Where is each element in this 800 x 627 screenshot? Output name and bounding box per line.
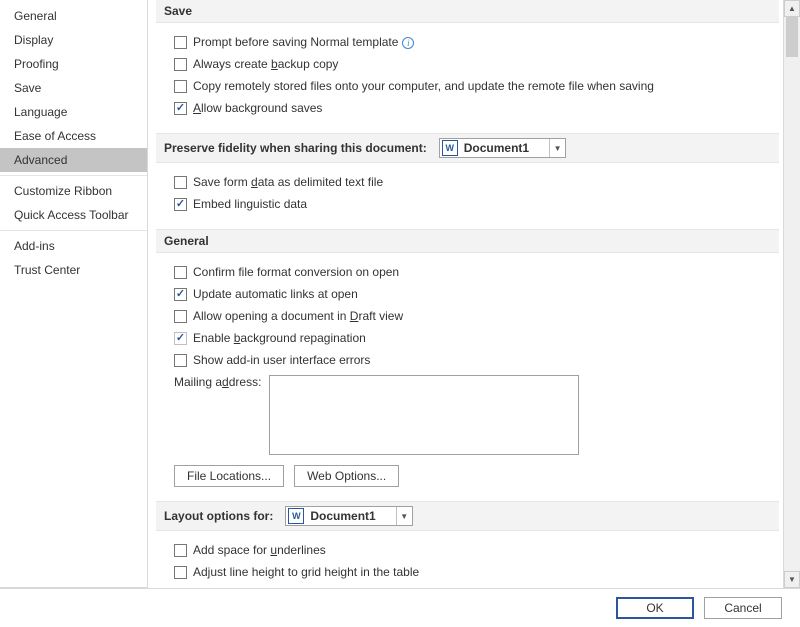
web-options-button[interactable]: Web Options... <box>294 465 399 487</box>
layout-document-combo[interactable]: W Document1 ▼ <box>285 506 412 526</box>
sidebar-item-ease-of-access[interactable]: Ease of Access <box>0 124 147 148</box>
word-doc-icon: W <box>442 140 458 156</box>
label-backup: Always create backup copy <box>193 55 338 73</box>
label-repagination: Enable background repagination <box>193 329 366 347</box>
sidebar-item-quick-access-toolbar[interactable]: Quick Access Toolbar <box>0 203 147 227</box>
sidebar-item-proofing[interactable]: Proofing <box>0 52 147 76</box>
checkbox-embed-linguistic[interactable] <box>174 198 187 211</box>
sidebar-item-general[interactable]: General <box>0 4 147 28</box>
checkbox-confirm-conversion[interactable] <box>174 266 187 279</box>
sidebar-item-add-ins[interactable]: Add-ins <box>0 234 147 258</box>
section-header-fidelity: Preserve fidelity when sharing this docu… <box>156 133 779 163</box>
dialog-footer: OK Cancel <box>0 588 800 627</box>
fidelity-document-combo[interactable]: W Document1 ▼ <box>439 138 566 158</box>
checkbox-repagination <box>174 332 187 345</box>
chevron-down-icon: ▼ <box>396 507 412 525</box>
label-confirm-conversion: Confirm file format conversion on open <box>193 263 399 281</box>
sidebar-separator <box>0 175 147 176</box>
scroll-thumb[interactable] <box>786 17 798 57</box>
checkbox-update-links[interactable] <box>174 288 187 301</box>
word-doc-icon: W <box>288 508 304 524</box>
vertical-scrollbar[interactable]: ▲ ▼ <box>783 0 800 588</box>
checkbox-copy-remote[interactable] <box>174 80 187 93</box>
section-header-general: General <box>156 229 779 253</box>
cancel-button[interactable]: Cancel <box>704 597 782 619</box>
options-content: Save Prompt before saving Normal templat… <box>148 0 783 588</box>
label-bg-saves: Allow background saves <box>193 99 322 117</box>
category-sidebar: General Display Proofing Save Language E… <box>0 0 148 588</box>
scroll-up-button[interactable]: ▲ <box>784 0 800 17</box>
label-prompt-normal: Prompt before saving Normal templatei <box>193 33 414 51</box>
checkbox-line-height[interactable] <box>174 566 187 579</box>
sidebar-item-display[interactable]: Display <box>0 28 147 52</box>
ok-button[interactable]: OK <box>616 597 694 619</box>
label-underlines: Add space for underlines <box>193 541 326 559</box>
checkbox-prompt-normal[interactable] <box>174 36 187 49</box>
label-addin-errors: Show add-in user interface errors <box>193 351 370 369</box>
sidebar-item-customize-ribbon[interactable]: Customize Ribbon <box>0 179 147 203</box>
sidebar-item-advanced[interactable]: Advanced <box>0 148 147 172</box>
checkbox-draft-view[interactable] <box>174 310 187 323</box>
checkbox-bg-saves[interactable] <box>174 102 187 115</box>
fidelity-title: Preserve fidelity when sharing this docu… <box>164 141 427 155</box>
sidebar-item-language[interactable]: Language <box>0 100 147 124</box>
label-copy-remote: Copy remotely stored files onto your com… <box>193 77 654 95</box>
scroll-down-button[interactable]: ▼ <box>784 571 800 588</box>
section-header-layout: Layout options for: W Document1 ▼ <box>156 501 779 531</box>
file-locations-button[interactable]: File Locations... <box>174 465 284 487</box>
sidebar-separator <box>0 230 147 231</box>
label-update-links: Update automatic links at open <box>193 285 358 303</box>
layout-title: Layout options for: <box>164 509 273 523</box>
checkbox-backup[interactable] <box>174 58 187 71</box>
checkbox-form-data[interactable] <box>174 176 187 189</box>
label-embed-linguistic: Embed linguistic data <box>193 195 307 213</box>
sidebar-item-save[interactable]: Save <box>0 76 147 100</box>
info-icon[interactable]: i <box>402 37 414 49</box>
checkbox-underlines[interactable] <box>174 544 187 557</box>
chevron-down-icon: ▼ <box>549 139 565 157</box>
scroll-track[interactable] <box>784 17 800 571</box>
label-form-data: Save form data as delimited text file <box>193 173 383 191</box>
mailing-address-input[interactable] <box>269 375 579 455</box>
label-mailing-address: Mailing address: <box>174 375 261 389</box>
sidebar-item-trust-center[interactable]: Trust Center <box>0 258 147 282</box>
label-line-height: Adjust line height to grid height in the… <box>193 563 419 581</box>
checkbox-addin-errors[interactable] <box>174 354 187 367</box>
label-draft-view: Allow opening a document in Draft view <box>193 307 403 325</box>
section-header-save: Save <box>156 0 779 23</box>
